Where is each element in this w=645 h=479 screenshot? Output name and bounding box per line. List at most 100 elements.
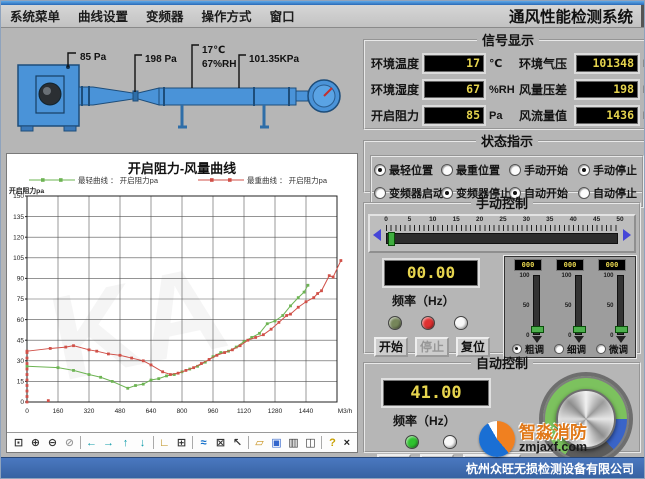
menu-item-1[interactable]: 系统菜单 xyxy=(1,10,69,24)
series-marker xyxy=(339,259,342,262)
grid-toggle-icon[interactable]: ⊞ xyxy=(173,435,190,450)
chart-panel: 开启阻力-风量曲线 最轻曲线 ： 开启阻力pa最重曲线 ： 开启阻力pa KA0… xyxy=(6,153,358,453)
series-marker xyxy=(239,344,242,347)
series-marker xyxy=(289,304,292,307)
slider-scale-number: 5 xyxy=(408,216,412,223)
series-marker xyxy=(297,296,300,299)
pan-right-icon[interactable]: → xyxy=(100,435,117,450)
series-marker xyxy=(184,369,187,372)
pan-left-icon[interactable]: ← xyxy=(83,435,100,450)
signal-label: 风量压差 xyxy=(519,81,575,98)
scale-number: 50 xyxy=(517,303,530,309)
vertical-slider-3[interactable]: 000100500 xyxy=(592,259,632,339)
sensor-label: 198 Pa xyxy=(145,54,177,65)
menu-item-5[interactable]: 窗口 xyxy=(261,10,304,24)
duct-support xyxy=(178,105,187,127)
series-marker xyxy=(192,366,195,369)
slider-thumb[interactable] xyxy=(388,232,395,246)
zoom-out-icon[interactable]: ⊖ xyxy=(44,435,61,450)
vertical-slider-track[interactable] xyxy=(533,275,540,335)
vertical-slider-2[interactable]: 000100500 xyxy=(550,259,590,339)
signal-label: 环境气压 xyxy=(519,55,575,72)
series-marker xyxy=(130,357,133,360)
indicator-light-dim-green xyxy=(388,316,402,330)
vertical-slider-arrow xyxy=(574,336,584,343)
fan-inlet xyxy=(39,83,61,105)
open-file-icon[interactable]: ▱ xyxy=(251,435,268,450)
series-marker xyxy=(328,274,331,277)
vertical-slider-1[interactable]: 000100500 xyxy=(508,259,548,339)
series-marker xyxy=(134,384,137,387)
toolbar-separator xyxy=(153,436,154,449)
radio-label: 手动开始 xyxy=(524,162,568,178)
vertical-slider-display: 000 xyxy=(514,259,542,271)
vendor-name: 智淼消防 xyxy=(519,424,587,441)
vertical-slider-body: 100500 xyxy=(559,273,582,339)
series-marker xyxy=(262,333,265,336)
zoom-normal-icon[interactable]: ⊘ xyxy=(61,435,78,450)
signal-label: 风流量值 xyxy=(519,107,575,124)
zoom-window-icon[interactable]: ⊡ xyxy=(10,435,27,450)
chart-close-icon[interactable]: × xyxy=(344,437,350,449)
status-radio-最轻位置[interactable]: 最轻位置 xyxy=(374,162,441,178)
vertical-slider-thumb[interactable] xyxy=(615,326,628,333)
pan-down-icon[interactable]: ↓ xyxy=(134,435,151,450)
vertical-slider-track[interactable] xyxy=(617,275,624,335)
series-marker xyxy=(231,348,234,351)
scale-number: 100 xyxy=(559,273,572,279)
auto-panel-title: 自动控制 xyxy=(471,353,533,372)
series-marker xyxy=(111,380,114,383)
signal-unit: Pa xyxy=(639,84,645,96)
manual-panel-title: 手动控制 xyxy=(471,193,533,212)
data-cursor-icon[interactable]: ⊠ xyxy=(212,435,229,450)
menu-item-3[interactable]: 变频器 xyxy=(137,10,193,24)
menu-item-4[interactable]: 操作方式 xyxy=(193,10,261,24)
series-marker xyxy=(285,314,288,317)
series-marker xyxy=(258,332,261,335)
vertical-sliders: 000100500000100500000100500 xyxy=(507,259,633,339)
series-marker xyxy=(281,314,284,317)
status-radio-手动停止[interactable]: 手动停止 xyxy=(578,162,640,178)
zoom-in-icon[interactable]: ⊕ xyxy=(27,435,44,450)
series-marker xyxy=(88,348,91,351)
series-marker xyxy=(26,365,29,368)
y-tick-label: 105 xyxy=(13,255,24,262)
signal-label: 开启阻力 xyxy=(371,107,423,124)
x-tick-label: 480 xyxy=(115,408,126,415)
series-marker xyxy=(246,339,249,342)
status-radio-最重位置[interactable]: 最重位置 xyxy=(441,162,509,178)
curve-measure-icon[interactable]: ≈ xyxy=(195,435,212,450)
frequency-slider[interactable]: 05101520253035404550 xyxy=(368,214,636,253)
print-preview-icon[interactable]: ◫ xyxy=(302,435,319,450)
slider-scale-number: 45 xyxy=(593,216,600,223)
vertical-slider-thumb[interactable] xyxy=(531,326,544,333)
vertical-slider-track[interactable] xyxy=(575,275,582,335)
sensor-stem xyxy=(135,55,142,92)
series-marker xyxy=(26,384,29,387)
axes-setup-icon[interactable]: ∟ xyxy=(156,435,173,450)
signal-value-display: 101348 xyxy=(576,55,638,72)
series-marker xyxy=(47,399,50,402)
status-radio-手动开始[interactable]: 手动开始 xyxy=(509,162,578,178)
sensor-label: 85 Pa xyxy=(80,52,107,63)
key-icon[interactable]: ? xyxy=(324,435,341,450)
slider-track[interactable] xyxy=(386,233,618,244)
x-tick-label: 320 xyxy=(84,408,95,415)
toolbar-separator xyxy=(192,436,193,449)
print-icon[interactable]: ▥ xyxy=(285,435,302,450)
slider-right-arrow-button[interactable] xyxy=(623,229,631,241)
scale-number: 50 xyxy=(559,303,572,309)
menu-item-2[interactable]: 曲线设置 xyxy=(69,10,137,24)
save-icon[interactable]: ▣ xyxy=(268,435,285,450)
fan-foot xyxy=(64,126,76,131)
vertical-slider-thumb[interactable] xyxy=(573,326,586,333)
series-marker xyxy=(254,336,257,339)
annotate-pointer-icon[interactable]: ↖ xyxy=(229,435,246,450)
duct-schematic-svg: 85 Pa 198 Pa 17℃ xyxy=(1,31,361,153)
indicator-light-off xyxy=(454,316,468,330)
slider-left-arrow-button[interactable] xyxy=(373,229,381,241)
series-marker xyxy=(26,362,29,365)
radio-dot xyxy=(509,164,521,176)
series-marker xyxy=(297,306,300,309)
pan-up-icon[interactable]: ↑ xyxy=(117,435,134,450)
